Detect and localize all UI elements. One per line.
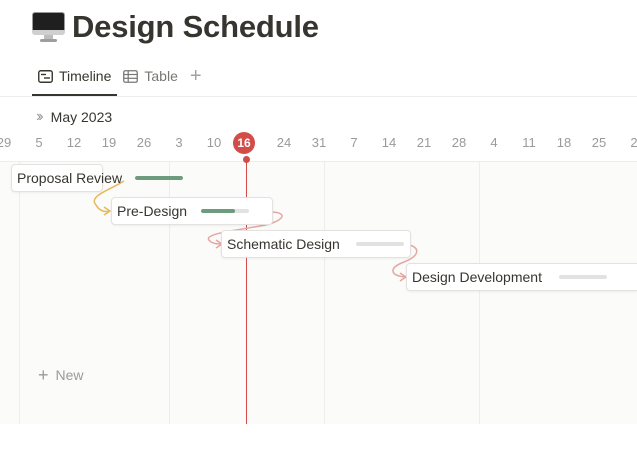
date-label: 25: [591, 135, 607, 150]
task-label: Design Development: [412, 269, 542, 285]
add-view-button[interactable]: +: [190, 62, 202, 90]
progress-fill: [135, 176, 183, 180]
tab-timeline-label: Timeline: [59, 68, 112, 84]
date-label: 4: [490, 135, 498, 150]
new-task-label: New: [55, 367, 84, 383]
date-label: 5: [35, 135, 43, 150]
date-label: 14: [381, 135, 397, 150]
timeline-month-header: ›› May 2023: [36, 106, 112, 128]
progress-fill: [201, 209, 235, 213]
date-label: 24: [276, 135, 292, 150]
month-label: May 2023: [50, 109, 113, 125]
date-label: 31: [311, 135, 327, 150]
today-badge: 16: [233, 132, 255, 154]
tabs-divider: [0, 96, 637, 97]
date-label: 21: [416, 135, 432, 150]
date-label: 29: [0, 135, 12, 150]
new-task-button[interactable]: + New: [38, 366, 84, 384]
task-progress-bar: [201, 209, 249, 213]
task-proposal-review[interactable]: Proposal Review: [11, 164, 122, 192]
date-label: 19: [101, 135, 117, 150]
month-divider: [479, 162, 480, 424]
desktop-computer-icon: [32, 12, 65, 42]
task-progress-bar: [559, 275, 607, 279]
date-label: 18: [556, 135, 572, 150]
date-label: 3: [175, 135, 183, 150]
tab-table[interactable]: Table: [117, 62, 183, 90]
today-marker: [243, 156, 250, 163]
timeline-grid: [0, 156, 637, 424]
month-divider: [19, 162, 20, 424]
task-label: Pre-Design: [117, 203, 188, 219]
month-divider: [324, 162, 325, 424]
task-progress-bar: [356, 242, 404, 246]
task-progress-bar: [135, 176, 183, 180]
table-icon: [123, 69, 139, 83]
plus-icon: +: [38, 365, 49, 385]
view-tabs: Timeline Table +: [32, 62, 202, 96]
date-label: 2: [630, 135, 637, 150]
task-label: Schematic Design: [227, 236, 340, 252]
double-chevron-right-icon[interactable]: ››: [36, 108, 43, 126]
date-label: 11: [522, 135, 536, 150]
date-label: 12: [66, 135, 82, 150]
timeline-dates: 29 5 12 19 26 3 10 16 24 31 7 14 21 28 4…: [0, 132, 637, 154]
timeline-icon: [38, 69, 53, 83]
task-label: Proposal Review: [17, 170, 123, 186]
tab-table-label: Table: [144, 68, 178, 84]
date-label: 7: [350, 135, 358, 150]
page-title[interactable]: Design Schedule: [72, 9, 319, 45]
tab-timeline[interactable]: Timeline: [32, 62, 118, 96]
date-label: 26: [136, 135, 152, 150]
date-label: 10: [206, 135, 222, 150]
page-header: Design Schedule: [32, 6, 319, 48]
date-label: 28: [451, 135, 467, 150]
